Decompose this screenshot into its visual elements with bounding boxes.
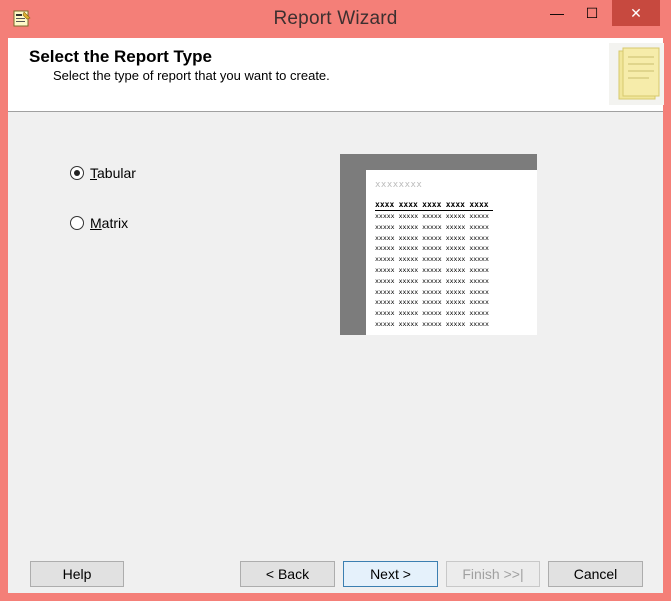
- preview-header-cell: xxxx: [375, 200, 399, 211]
- preview-header-cell: xxxx: [445, 200, 470, 211]
- report-wizard-window: Report Wizard — ☐ ✕ Select the Report Ty…: [0, 0, 671, 601]
- preview-cell: xxxxx: [422, 212, 442, 220]
- minimize-button[interactable]: —: [540, 0, 574, 26]
- preview-cell: xxxxx: [422, 233, 442, 242]
- wizard-client-area: Select the Report Type Select the type o…: [8, 38, 664, 593]
- cancel-button[interactable]: Cancel: [548, 561, 643, 587]
- preview-cell: xxxxx: [422, 309, 442, 318]
- finish-button[interactable]: Finish >>|: [446, 561, 540, 587]
- preview-cell: xxxxx: [469, 244, 489, 253]
- preview-cell: xxxxx: [375, 244, 395, 253]
- preview-header-cell: xxxx: [398, 200, 423, 211]
- close-button[interactable]: ✕: [612, 0, 660, 26]
- preview-cell: xxxxx: [398, 244, 419, 253]
- preview-cell: xxxxx: [469, 287, 489, 296]
- tabular-radio-option[interactable]: Tabular: [70, 165, 136, 181]
- back-button[interactable]: < Back: [240, 561, 335, 587]
- preview-cell: xxxxx: [398, 298, 419, 307]
- preview-cell: xxxxx: [469, 276, 489, 285]
- preview-cell: xxxxx: [445, 298, 466, 307]
- preview-cell: xxxxx: [422, 222, 442, 231]
- preview-table: xxxx xxxx xxxx xxxx xxxx xxxxx xxxxx xxxxx xxxx…: [375, 200, 493, 330]
- next-button[interactable]: Next >: [343, 561, 438, 587]
- preview-cell: xxxxx: [422, 244, 442, 253]
- preview-cell: xxxxx: [469, 298, 489, 307]
- preview-row: xxxxx xxxxx xxxxx xxxxx xxxxx: [375, 222, 493, 233]
- preview-cell: xxxxx: [375, 319, 395, 328]
- tabular-label: abular: [97, 165, 136, 181]
- preview-cell: xxxxx: [445, 212, 466, 220]
- preview-row: xxxxx xxxxx xxxxx xxxxx xxxxx: [375, 243, 493, 254]
- preview-cell: xxxxx: [375, 222, 395, 231]
- window-bottom-border: [0, 593, 671, 601]
- preview-cell: xxxxx: [375, 212, 395, 220]
- preview-cell: xxxxx: [398, 265, 419, 274]
- preview-cell: xxxxx: [375, 233, 395, 242]
- maximize-button[interactable]: ☐: [575, 0, 609, 26]
- preview-cell: xxxxx: [375, 276, 395, 285]
- preview-cell: xxxxx: [445, 319, 466, 328]
- preview-row: xxxxx xxxxx xxxxx xxxxx xxxxx: [375, 287, 493, 298]
- report-type-preview: xxxxxxxx xxxx xxxx xxxx xxxx xxxx xxxxx xxxxx…: [340, 154, 537, 335]
- preview-cell: xxxxx: [469, 309, 489, 318]
- preview-cell: xxxxx: [375, 255, 395, 264]
- preview-cell: xxxxx: [445, 222, 466, 231]
- preview-cell: xxxxx: [398, 222, 419, 231]
- preview-cell: xxxxx: [445, 287, 466, 296]
- preview-row: xxxxx xxxxx xxxxx xxxxx xxxxx: [375, 265, 493, 276]
- preview-row: xxxxx xxxxx xxxxx xxxxx xxxxx: [375, 211, 493, 222]
- preview-cell: xxxxx: [445, 276, 466, 285]
- preview-cell: xxxxx: [445, 265, 466, 274]
- preview-header-cell: xxxx: [422, 200, 446, 211]
- preview-title-placeholder: xxxxxxxx: [375, 180, 423, 190]
- preview-row: xxxxx xxxxx xxxxx xxxxx xxxxx: [375, 319, 493, 330]
- preview-cell: xxxxx: [445, 233, 466, 242]
- preview-cell: xxxxx: [375, 287, 395, 296]
- page-subtitle: Select the type of report that you want …: [53, 68, 330, 83]
- preview-cell: xxxxx: [469, 233, 489, 242]
- preview-cell: xxxxx: [445, 309, 466, 318]
- preview-row: xxxxx xxxxx xxxxx xxxxx xxxxx: [375, 308, 493, 319]
- page-title: Select the Report Type: [29, 47, 212, 66]
- preview-cell: xxxxx: [398, 212, 419, 220]
- preview-cell: xxxxx: [422, 276, 442, 285]
- preview-cell: xxxxx: [398, 319, 419, 328]
- preview-page: xxxxxxxx xxxx xxxx xxxx xxxx xxxx xxxxx xxxxx…: [366, 170, 537, 335]
- preview-cell: xxxxx: [398, 255, 419, 264]
- title-bar[interactable]: Report Wizard — ☐ ✕: [0, 0, 671, 38]
- preview-cell: xxxxx: [398, 276, 419, 285]
- report-document-icon: [609, 43, 664, 105]
- tabular-radio-button[interactable]: [70, 166, 84, 180]
- preview-cell: xxxxx: [469, 222, 489, 231]
- preview-cell: xxxxx: [398, 309, 419, 318]
- preview-cell: xxxxx: [422, 319, 442, 328]
- preview-cell: xxxxx: [445, 244, 466, 253]
- wizard-header: Select the Report Type Select the type o…: [8, 38, 664, 112]
- preview-cell: xxxxx: [375, 309, 395, 318]
- preview-cell: xxxxx: [398, 287, 419, 296]
- tabular-mnemonic: T: [90, 165, 97, 181]
- preview-cell: xxxxx: [469, 265, 489, 274]
- matrix-label: atrix: [101, 215, 129, 231]
- matrix-radio-option[interactable]: Matrix: [70, 215, 128, 231]
- preview-row: xxxxx xxxxx xxxxx xxxxx xxxxx: [375, 233, 493, 244]
- preview-cell: xxxxx: [422, 265, 442, 274]
- matrix-radio-button[interactable]: [70, 216, 84, 230]
- preview-cell: xxxxx: [422, 255, 442, 264]
- preview-cell: xxxxx: [375, 265, 395, 274]
- preview-cell: xxxxx: [398, 233, 419, 242]
- preview-cell: xxxxx: [375, 298, 395, 307]
- preview-row: xxxxx xxxxx xxxxx xxxxx xxxxx: [375, 254, 493, 265]
- preview-cell: xxxxx: [469, 319, 489, 328]
- preview-row: xxxxx xxxxx xxxxx xxxxx xxxxx: [375, 276, 493, 287]
- preview-cell: xxxxx: [469, 212, 489, 220]
- matrix-mnemonic: M: [90, 215, 102, 231]
- preview-cell: xxxxx: [445, 255, 466, 264]
- preview-row: xxxxx xxxxx xxxxx xxxxx xxxxx: [375, 297, 493, 308]
- preview-header-cell: xxxx: [469, 200, 493, 211]
- preview-cell: xxxxx: [422, 298, 442, 307]
- help-button[interactable]: Help: [30, 561, 124, 587]
- preview-cell: xxxxx: [422, 287, 442, 296]
- preview-cell: xxxxx: [469, 255, 489, 264]
